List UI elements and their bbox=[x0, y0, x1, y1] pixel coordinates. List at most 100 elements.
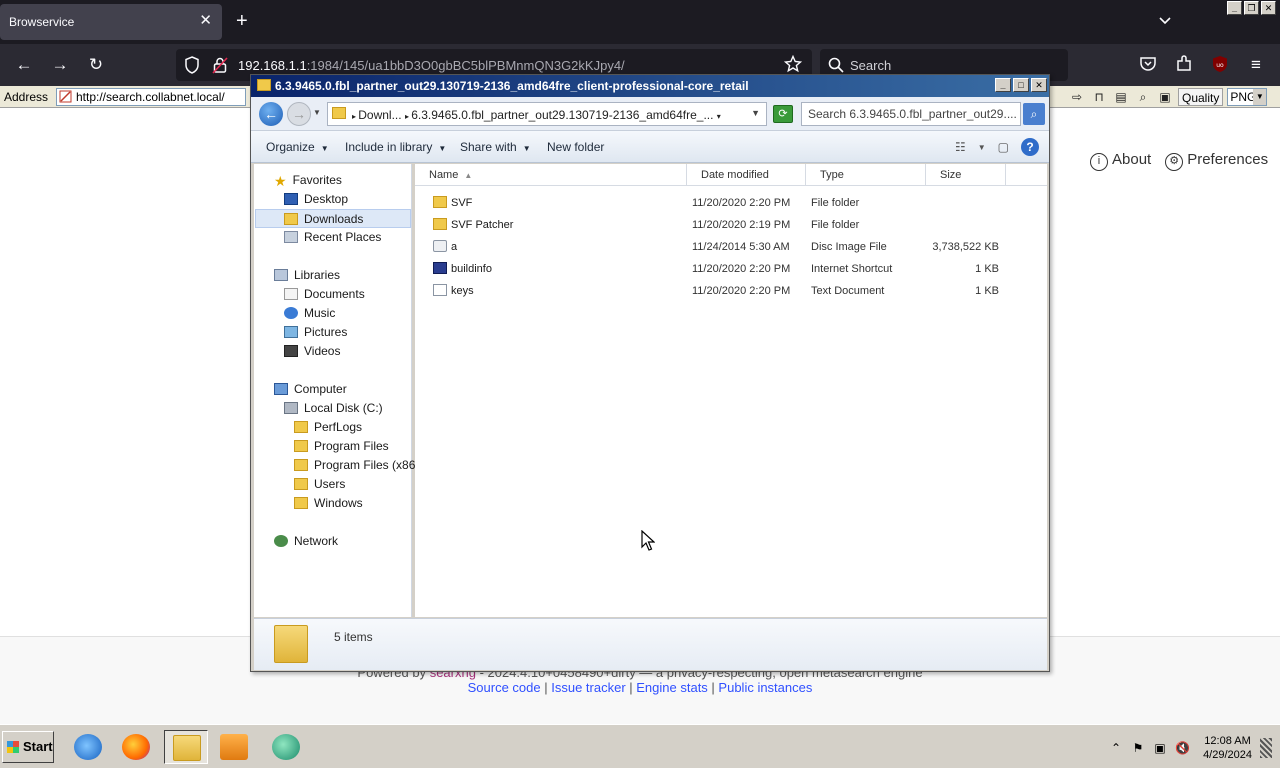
remote-address-field[interactable]: http://search.collabnet.local/ bbox=[56, 88, 246, 106]
url-host: 192.168.1.1 bbox=[238, 58, 307, 73]
column-header-name[interactable]: Name ▲ bbox=[415, 164, 687, 186]
nav-program-files[interactable]: Program Files bbox=[294, 437, 389, 456]
browser-tab[interactable]: Browservice ✕ bbox=[0, 4, 222, 40]
file-row[interactable]: SVF 11/20/2020 2:20 PM File folder bbox=[415, 192, 1047, 214]
save-page-icon[interactable]: ▤ bbox=[1112, 88, 1130, 106]
nav-videos[interactable]: Videos bbox=[284, 342, 340, 361]
start-button[interactable]: Start bbox=[2, 731, 54, 763]
nav-libraries[interactable]: Libraries bbox=[274, 266, 340, 285]
organize-button[interactable]: Organize ▼ bbox=[266, 140, 329, 154]
issue-tracker-link[interactable]: Issue tracker bbox=[551, 680, 625, 695]
nav-favorites[interactable]: ★ Favorites bbox=[274, 171, 342, 190]
file-date: 11/20/2020 2:19 PM bbox=[692, 219, 791, 231]
public-instances-link[interactable]: Public instances bbox=[718, 680, 812, 695]
taskbar: Start ⌃ ⚑ ▣ 🔇 12:08 AM 4/29/2024 bbox=[0, 724, 1280, 768]
nav-desktop[interactable]: Desktop bbox=[284, 190, 348, 209]
refresh-icon[interactable]: ⟳ bbox=[773, 105, 793, 123]
nav-users[interactable]: Users bbox=[294, 475, 345, 494]
view-dropdown-icon[interactable]: ▼ bbox=[978, 143, 986, 152]
explorer-search-input[interactable]: Search 6.3.9465.0.fbl_partner_out29.... bbox=[801, 102, 1021, 126]
taskbar-media-player[interactable] bbox=[212, 730, 256, 764]
source-code-link[interactable]: Source code bbox=[468, 680, 541, 695]
taskbar-file-explorer[interactable] bbox=[164, 730, 208, 764]
action-center-flag-icon[interactable]: ⚑ bbox=[1131, 741, 1145, 755]
image-format-select[interactable]: PNG ▼ bbox=[1227, 88, 1268, 106]
quality-label[interactable]: Quality bbox=[1178, 88, 1224, 106]
back-arrow-icon[interactable]: ← bbox=[259, 102, 283, 126]
close-icon[interactable]: ✕ bbox=[1031, 78, 1047, 92]
include-in-library-button[interactable]: Include in library ▼ bbox=[345, 140, 446, 154]
file-row[interactable]: keys 11/20/2020 2:20 PM Text Document 1 … bbox=[415, 280, 1047, 302]
menu-icon[interactable]: ≡ bbox=[1246, 55, 1266, 75]
forward-arrow-icon[interactable]: → bbox=[287, 102, 311, 126]
history-dropdown-icon[interactable]: ▼ bbox=[313, 108, 321, 117]
nav-recent-places[interactable]: Recent Places bbox=[284, 228, 381, 247]
preferences-link[interactable]: ⚙ Preferences bbox=[1165, 151, 1268, 171]
tab-list-chevron-icon[interactable] bbox=[1158, 13, 1172, 31]
new-folder-button[interactable]: New folder bbox=[547, 140, 604, 154]
change-view-icon[interactable]: ☷ bbox=[955, 140, 966, 154]
close-icon[interactable]: ✕ bbox=[1261, 1, 1276, 15]
breadcrumb-current-folder[interactable]: 6.3.9465.0.fbl_partner_out29.130719-2136… bbox=[411, 108, 713, 122]
go-arrow-icon[interactable]: ⇨ bbox=[1068, 88, 1086, 106]
help-icon[interactable]: ? bbox=[1021, 138, 1039, 156]
explorer-path-bar[interactable]: ▸ Downl... ▸ 6.3.9465.0.fbl_partner_out2… bbox=[327, 102, 767, 126]
share-with-button[interactable]: Share with ▼ bbox=[460, 140, 531, 154]
ublock-icon[interactable]: uo bbox=[1210, 55, 1230, 75]
nav-program-files-x86[interactable]: Program Files (x86) bbox=[294, 456, 419, 475]
search-icon[interactable]: ⌕ bbox=[1023, 103, 1045, 125]
nav-perflogs[interactable]: PerfLogs bbox=[294, 418, 362, 437]
nav-local-disk[interactable]: Local Disk (C:) bbox=[284, 399, 383, 418]
chat-icon bbox=[272, 734, 300, 760]
firefox-icon bbox=[122, 734, 150, 760]
nav-computer[interactable]: Computer bbox=[274, 380, 347, 399]
taskbar-messenger[interactable] bbox=[264, 730, 308, 764]
minimize-icon[interactable]: _ bbox=[1227, 1, 1242, 15]
taskbar-firefox[interactable] bbox=[114, 730, 158, 764]
back-arrow-icon[interactable]: ← bbox=[14, 55, 34, 75]
folder-icon bbox=[433, 218, 447, 230]
file-row[interactable]: SVF Patcher 11/20/2020 2:19 PM File fold… bbox=[415, 214, 1047, 236]
explorer-title-bar[interactable]: 6.3.9465.0.fbl_partner_out29.130719-2136… bbox=[251, 75, 1049, 97]
text-document-icon bbox=[433, 284, 447, 296]
taskbar-internet-explorer[interactable] bbox=[66, 730, 110, 764]
shield-icon[interactable] bbox=[184, 56, 200, 79]
column-header-type[interactable]: Type bbox=[806, 164, 926, 186]
engine-stats-link[interactable]: Engine stats bbox=[636, 680, 708, 695]
minimize-icon[interactable]: _ bbox=[995, 78, 1011, 92]
tab-close-icon[interactable]: ✕ bbox=[199, 13, 212, 29]
find-icon[interactable]: ⌕ bbox=[1134, 88, 1152, 106]
nav-pictures[interactable]: Pictures bbox=[284, 323, 347, 342]
nav-documents[interactable]: Documents bbox=[284, 285, 365, 304]
restore-icon[interactable]: ❐ bbox=[1244, 1, 1259, 15]
pocket-icon[interactable] bbox=[1138, 55, 1158, 75]
insecure-lock-icon[interactable] bbox=[212, 56, 228, 79]
new-tab-icon[interactable]: + bbox=[236, 11, 248, 31]
column-header-date[interactable]: Date modified bbox=[687, 164, 806, 186]
network-icon[interactable]: ▣ bbox=[1153, 741, 1167, 755]
about-link[interactable]: i About bbox=[1090, 151, 1151, 171]
reload-icon[interactable]: ↻ bbox=[86, 55, 106, 75]
volume-muted-icon[interactable]: 🔇 bbox=[1175, 741, 1190, 755]
show-desktop-button[interactable] bbox=[1260, 738, 1272, 758]
breadcrumb-downloads[interactable]: Downl... bbox=[358, 108, 401, 122]
nav-windows[interactable]: Windows bbox=[294, 494, 363, 513]
extensions-icon[interactable] bbox=[1174, 55, 1194, 75]
preview-pane-icon[interactable]: ▢ bbox=[998, 140, 1009, 154]
column-type-label: Type bbox=[820, 169, 844, 181]
nav-music[interactable]: Music bbox=[284, 304, 335, 323]
bookmark-icon[interactable]: ⊓ bbox=[1090, 88, 1108, 106]
clock[interactable]: 12:08 AM 4/29/2024 bbox=[1203, 734, 1252, 762]
file-row[interactable]: buildinfo 11/20/2020 2:20 PM Internet Sh… bbox=[415, 258, 1047, 280]
show-hidden-icons-icon[interactable]: ⌃ bbox=[1109, 741, 1123, 755]
nav-network[interactable]: Network bbox=[274, 532, 338, 551]
forward-arrow-icon[interactable]: → bbox=[50, 55, 70, 75]
browser-tab-strip: Browservice ✕ + _ ❐ ✕ bbox=[0, 0, 1280, 44]
folder-icon bbox=[274, 625, 308, 663]
column-header-size[interactable]: Size bbox=[926, 164, 1006, 186]
chevron-down-icon[interactable]: ▼ bbox=[751, 108, 760, 118]
maximize-icon[interactable]: □ bbox=[1013, 78, 1029, 92]
clipboard-icon[interactable]: ▣ bbox=[1156, 88, 1174, 106]
file-row[interactable]: a 11/24/2014 5:30 AM Disc Image File 3,7… bbox=[415, 236, 1047, 258]
nav-downloads[interactable]: Downloads bbox=[255, 209, 411, 228]
